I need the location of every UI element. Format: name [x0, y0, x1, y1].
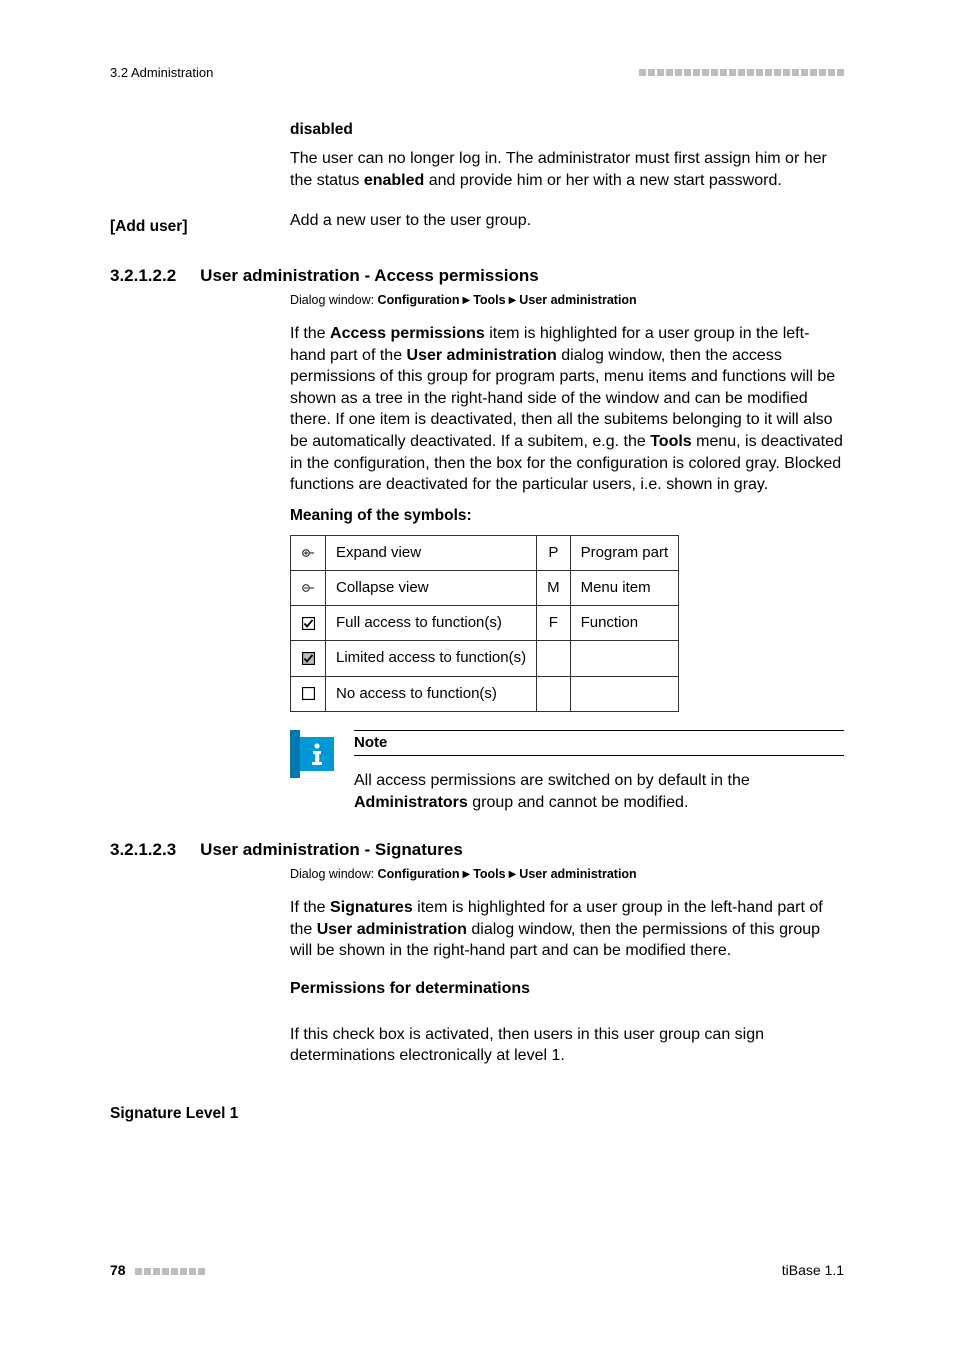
text-fragment: If the [290, 899, 330, 916]
section-323-paragraph: If the Signatures item is highlighted fo… [290, 897, 844, 962]
text-bold-enabled: enabled [364, 172, 424, 189]
signature-level-text: If this check box is activated, then use… [290, 1024, 844, 1067]
path-part: User administration [519, 867, 636, 881]
symbol-right [570, 676, 679, 711]
path-part: Configuration [378, 293, 460, 307]
section-title: User administration - Signatures [200, 839, 463, 862]
section-323-heading: 3.2.1.2.3 User administration - Signatur… [110, 839, 844, 862]
note-box: Note All access permissions are switched… [290, 730, 844, 819]
symbol-desc: Full access to function(s) [326, 606, 537, 641]
running-header: 3.2 Administration [110, 64, 844, 82]
symbol-desc: Collapse view [326, 570, 537, 605]
symbol-right: Program part [570, 535, 679, 570]
path-part: Configuration [378, 867, 460, 881]
section-322-paragraph: If the Access permissions item is highli… [290, 323, 844, 496]
symbol-code [537, 641, 571, 676]
symbol-desc: Expand view [326, 535, 537, 570]
footer-product: tiBase 1.1 [782, 1261, 844, 1280]
checkbox-full-icon [291, 606, 326, 641]
signature-level-label: Signature Level 1 [110, 1104, 280, 1125]
triangle-icon: ▶ [506, 869, 520, 880]
text-fragment: Dialog window: [290, 293, 378, 307]
triangle-icon: ▶ [459, 869, 473, 880]
checkbox-limited-icon [291, 641, 326, 676]
text-bold: Administrators [354, 794, 468, 811]
table-row: Collapse view M Menu item [291, 570, 679, 605]
path-part: Tools [473, 867, 505, 881]
page-footer: 78 tiBase 1.1 [110, 1261, 844, 1280]
header-section-label: 3.2 Administration [110, 64, 213, 82]
add-user-block: Add a new user to the user group. [290, 210, 844, 232]
info-icon [290, 730, 334, 778]
symbol-code: F [537, 606, 571, 641]
header-decoration [639, 69, 844, 76]
text-fragment: All access permissions are switched on b… [354, 772, 750, 789]
table-row: Limited access to function(s) [291, 641, 679, 676]
add-user-text: Add a new user to the user group. [290, 210, 844, 232]
text-bold: User administration [317, 921, 467, 938]
section-title: User administration - Access permissions [200, 265, 539, 288]
symbol-right: Menu item [570, 570, 679, 605]
text-fragment: If the [290, 325, 330, 342]
note-text: All access permissions are switched on b… [354, 770, 844, 813]
triangle-icon: ▶ [506, 295, 520, 306]
symbol-desc: No access to function(s) [326, 676, 537, 711]
symbol-code [537, 676, 571, 711]
symbol-right: Function [570, 606, 679, 641]
symbol-code: M [537, 570, 571, 605]
section-number: 3.2.1.2.3 [110, 839, 176, 862]
status-disabled-text: The user can no longer log in. The admin… [290, 148, 844, 191]
dialog-path-323: Dialog window: Configuration▶Tools▶User … [290, 866, 844, 883]
text-bold: Tools [650, 433, 691, 450]
meaning-heading: Meaning of the symbols: [290, 506, 844, 527]
text-fragment: group and cannot be modified. [468, 794, 689, 811]
checkbox-none-icon [291, 676, 326, 711]
section-322-heading: 3.2.1.2.2 User administration - Access p… [110, 265, 844, 288]
symbol-code: P [537, 535, 571, 570]
permissions-heading: Permissions for determinations [290, 978, 844, 1000]
footer-decoration [135, 1268, 205, 1275]
status-disabled-heading: disabled [290, 120, 844, 141]
path-part: User administration [519, 293, 636, 307]
dialog-path-322: Dialog window: Configuration▶Tools▶User … [290, 292, 844, 309]
note-label: Note [354, 730, 844, 756]
symbols-table: Expand view P Program part Collapse view… [290, 535, 679, 712]
text-fragment: and provide him or her with a new start … [424, 172, 782, 189]
table-row: No access to function(s) [291, 676, 679, 711]
text-bold: Signatures [330, 899, 413, 916]
text-bold: User administration [407, 347, 557, 364]
symbol-right [570, 641, 679, 676]
table-row: Expand view P Program part [291, 535, 679, 570]
section-number: 3.2.1.2.2 [110, 265, 176, 288]
status-disabled-block: disabled The user can no longer log in. … [290, 120, 844, 192]
triangle-icon: ▶ [459, 295, 473, 306]
page-number: 78 [110, 1261, 126, 1280]
text-fragment: Dialog window: [290, 867, 378, 881]
text-bold: Access permissions [330, 325, 485, 342]
path-part: Tools [473, 293, 505, 307]
signature-level-block: If this check box is activated, then use… [290, 1024, 844, 1067]
symbol-desc: Limited access to function(s) [326, 641, 537, 676]
table-row: Full access to function(s) F Function [291, 606, 679, 641]
collapse-icon [291, 570, 326, 605]
add-user-label: [Add user] [110, 217, 280, 238]
expand-icon [291, 535, 326, 570]
